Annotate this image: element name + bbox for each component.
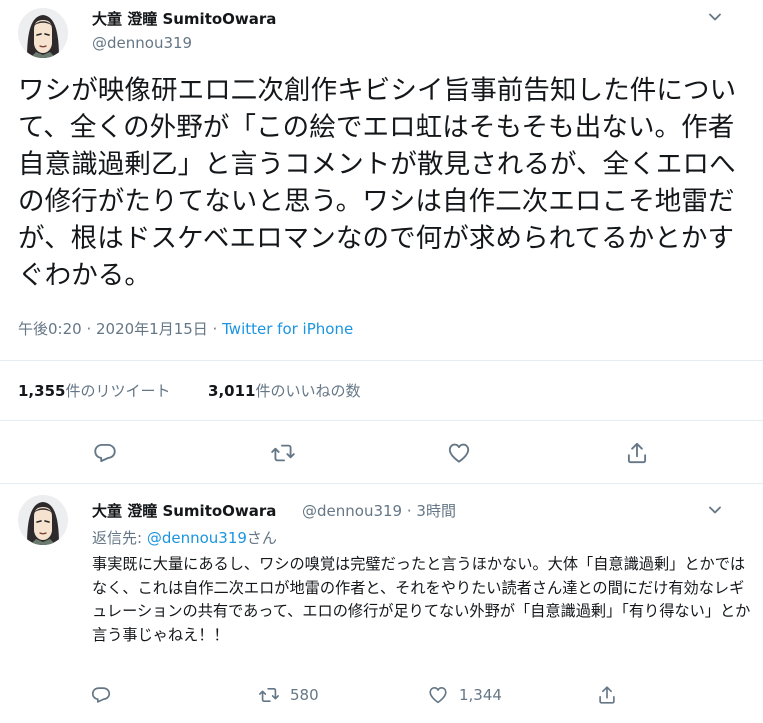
source-link[interactable]: Twitter for iPhone (222, 320, 353, 338)
author-handle[interactable]: @dennou319 (302, 502, 402, 520)
share-button[interactable] (624, 440, 650, 466)
chevron-down-icon (709, 506, 721, 514)
author-handle[interactable]: @dennou319 (92, 34, 192, 52)
reply-to-handle[interactable]: @dennou319 (147, 529, 247, 547)
divider (0, 420, 763, 421)
retweet-button[interactable] (270, 440, 296, 466)
reply-to-prefix: 返信先: (92, 529, 147, 547)
like-button[interactable]: 1,344 (427, 684, 502, 706)
retweets-stat[interactable]: 1,355件のリツイート (18, 382, 170, 400)
divider (0, 483, 763, 484)
retweet-icon (271, 444, 295, 462)
reply-button[interactable] (90, 684, 112, 706)
tweet-stats: 1,355件のリツイート 3,011件のいいねの数 (18, 380, 361, 401)
reply-to-suffix: さん (246, 529, 277, 547)
chevron-down-icon (709, 13, 721, 21)
tweet-menu-button[interactable] (706, 501, 724, 519)
reply-to: 返信先: @dennou319さん (92, 527, 277, 548)
retweet-count: 580 (290, 686, 319, 704)
retweet-icon (259, 687, 279, 703)
retweets-label: 件のリツイート (65, 382, 171, 400)
likes-stat[interactable]: 3,011件のいいねの数 (208, 382, 360, 400)
reply-icon (91, 687, 111, 703)
retweet-button[interactable]: 580 (258, 684, 319, 706)
author-name[interactable]: 大童 澄瞳 SumitoOwara (92, 8, 276, 29)
share-button[interactable] (596, 684, 618, 706)
share-icon (627, 442, 647, 464)
tweet-menu-button[interactable] (706, 8, 724, 26)
tweet-meta: 午後0:20 · 2020年1月15日 · Twitter for iPhone (18, 318, 353, 339)
author-name[interactable]: 大童 澄瞳 SumitoOwara (92, 500, 276, 521)
like-icon (429, 687, 447, 704)
timestamp[interactable]: 午後0:20 · 2020年1月15日 · (18, 320, 217, 338)
reply-button[interactable] (92, 440, 118, 466)
reply-icon (94, 443, 116, 463)
avatar[interactable] (18, 8, 68, 58)
avatar[interactable] (18, 495, 68, 545)
divider (0, 360, 763, 361)
like-button[interactable] (446, 440, 472, 466)
author-handle-line: @dennou319 · 3時間 (302, 500, 456, 521)
like-count: 1,344 (459, 686, 502, 704)
share-icon (599, 686, 615, 704)
like-icon (448, 443, 470, 463)
likes-count: 3,011 (208, 382, 256, 400)
likes-label: 件のいいねの数 (255, 382, 361, 400)
tweet-text: 事実既に大量にあるし、ワシの嗅覚は完璧だったと言うほかない。大体「自意識過剰」と… (92, 555, 751, 644)
tweet-text: ワシが映像研エロ二次創作キビシイ旨事前告知した件について、全くの外野が「この絵で… (18, 75, 737, 291)
retweets-count: 1,355 (18, 382, 66, 400)
time-ago[interactable]: · 3時間 (407, 502, 456, 520)
